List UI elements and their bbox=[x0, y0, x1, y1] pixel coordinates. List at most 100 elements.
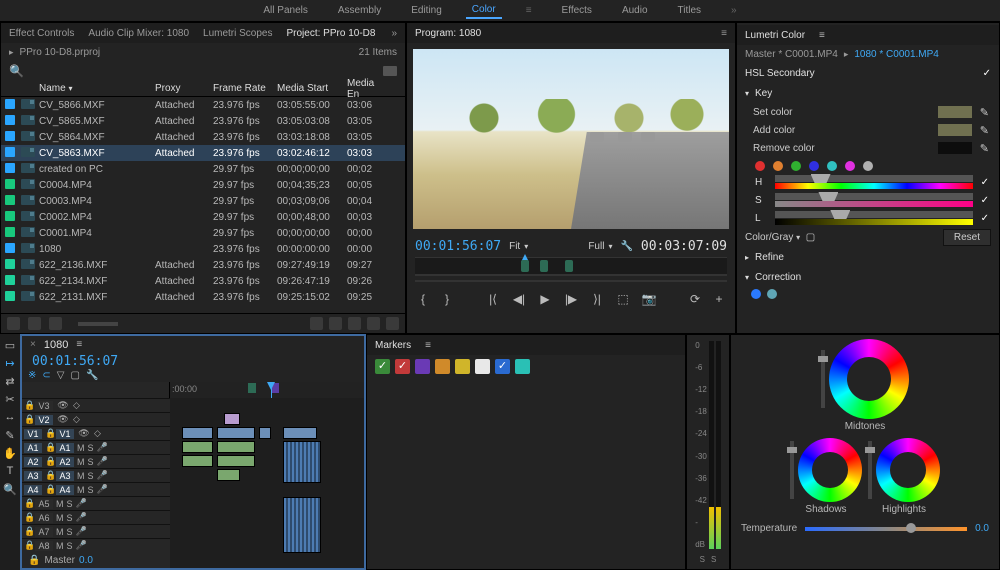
marker-filter-blue[interactable] bbox=[495, 359, 510, 374]
markers-panel-menu-icon[interactable]: ≡ bbox=[425, 340, 431, 351]
preset-red[interactable] bbox=[755, 161, 765, 171]
marker-filter-red[interactable] bbox=[395, 359, 410, 374]
preset-blue[interactable] bbox=[809, 161, 819, 171]
sat-slider[interactable] bbox=[775, 193, 973, 207]
col-header-name[interactable]: Name bbox=[39, 83, 66, 94]
marker-on-ruler[interactable] bbox=[248, 383, 256, 393]
clip-audio-block-2[interactable] bbox=[283, 441, 322, 483]
clip-audio-block[interactable] bbox=[283, 497, 322, 553]
razor-tool-icon[interactable]: ✂ bbox=[3, 392, 17, 406]
icon-view-icon[interactable] bbox=[28, 317, 41, 330]
project-row[interactable]: 622_2136.MXF Attached 23.976 fps 09:27:4… bbox=[1, 257, 405, 273]
track-select-tool-icon[interactable]: ↦ bbox=[3, 356, 17, 370]
linked-selection-icon[interactable]: ⊂ bbox=[42, 370, 50, 381]
zoom-tool-icon[interactable]: 🔍 bbox=[3, 482, 17, 496]
workspace-titles[interactable]: Titles bbox=[672, 3, 708, 18]
step-back-icon[interactable]: ◀| bbox=[511, 291, 527, 307]
track-a6[interactable]: A6 bbox=[35, 513, 53, 523]
program-viewport[interactable] bbox=[413, 49, 729, 229]
project-row[interactable]: CV_5864.MXF Attached 23.976 fps 03:03:18… bbox=[1, 129, 405, 145]
tab-lumetri-color[interactable]: Lumetri Color bbox=[745, 30, 805, 41]
reset-button[interactable]: Reset bbox=[943, 229, 991, 246]
correction-twirl-icon[interactable]: ▾ bbox=[745, 273, 749, 282]
lig-slider[interactable] bbox=[775, 211, 973, 225]
midtones-wheel[interactable]: + bbox=[829, 339, 909, 419]
master-level-value[interactable]: 0.0 bbox=[79, 555, 93, 566]
freeform-view-icon[interactable] bbox=[49, 317, 62, 330]
new-folder-icon[interactable] bbox=[367, 317, 380, 330]
temperature-value[interactable]: 0.0 bbox=[975, 523, 989, 534]
timeline-timecode[interactable]: 00:01:56:07 bbox=[28, 354, 122, 369]
set-color-swatch[interactable] bbox=[938, 106, 972, 118]
sequence-tab[interactable]: 1080 bbox=[44, 339, 68, 351]
set-color-eyedropper-icon[interactable]: ✎ bbox=[980, 106, 989, 119]
project-row[interactable]: 1080 23.976 fps 00:00:00:00 00:00 bbox=[1, 241, 405, 257]
program-timecode-in[interactable]: 00:01:56:07 bbox=[415, 239, 501, 254]
preset-orange[interactable] bbox=[773, 161, 783, 171]
tab-project[interactable]: Project: PPro 10-D8 bbox=[287, 28, 376, 39]
hue-slider[interactable] bbox=[775, 175, 973, 189]
add-color-swatch[interactable] bbox=[938, 124, 972, 136]
workspace-overflow-icon[interactable]: » bbox=[725, 3, 743, 18]
step-forward-icon[interactable]: |▶ bbox=[563, 291, 579, 307]
program-scrubber[interactable] bbox=[415, 257, 727, 275]
clip[interactable] bbox=[182, 427, 213, 439]
sequence-close-icon[interactable]: × bbox=[30, 339, 36, 350]
project-row[interactable]: C0004.MP4 29.97 fps 00;04;35;23 00;05 bbox=[1, 177, 405, 193]
preset-cyan[interactable] bbox=[827, 161, 837, 171]
remove-color-eyedropper-icon[interactable]: ✎ bbox=[980, 142, 989, 155]
snap-icon[interactable]: ※ bbox=[28, 370, 36, 381]
track-v2[interactable]: V2 bbox=[35, 415, 53, 425]
timeline-panel-menu-icon[interactable]: ≡ bbox=[76, 339, 82, 350]
project-row[interactable]: C0001.MP4 29.97 fps 00;00;00;00 00;00 bbox=[1, 225, 405, 241]
clip[interactable] bbox=[217, 455, 256, 467]
button-editor-icon[interactable]: + bbox=[711, 291, 727, 307]
mark-out-icon[interactable]: } bbox=[439, 291, 455, 307]
hsl-secondary-header[interactable]: HSL Secondary bbox=[745, 68, 815, 79]
project-row[interactable]: CV_5866.MXF Attached 23.976 fps 03:05:55… bbox=[1, 97, 405, 113]
solo-r[interactable]: S bbox=[711, 555, 716, 569]
shadows-wheel[interactable] bbox=[798, 438, 862, 502]
new-item-icon[interactable] bbox=[329, 317, 342, 330]
clip[interactable] bbox=[259, 427, 271, 439]
tab-program[interactable]: Program: 1080 bbox=[415, 28, 481, 39]
track-a1-source[interactable]: A1 bbox=[24, 443, 42, 453]
marker-filter-orange[interactable] bbox=[435, 359, 450, 374]
delete-icon[interactable] bbox=[386, 317, 399, 330]
export-frame-icon[interactable]: 📷 bbox=[641, 291, 657, 307]
project-row[interactable]: C0002.MP4 29.97 fps 00;00;48;00 00;03 bbox=[1, 209, 405, 225]
clip[interactable] bbox=[283, 427, 318, 439]
marker-add-icon[interactable]: ▽ bbox=[57, 370, 65, 381]
insert-overwrite-icon[interactable]: ▢ bbox=[70, 370, 79, 381]
key-twirl-icon[interactable]: ▾ bbox=[745, 89, 749, 98]
refine-twirl-icon[interactable]: ▸ bbox=[745, 253, 749, 262]
track-a7[interactable]: A7 bbox=[35, 527, 53, 537]
pen-tool-icon[interactable]: ✎ bbox=[3, 428, 17, 442]
track-a3-source[interactable]: A3 bbox=[24, 471, 42, 481]
track-a8[interactable]: A8 bbox=[35, 541, 53, 551]
track-v1[interactable]: V1 bbox=[56, 429, 74, 439]
new-bin-icon[interactable] bbox=[310, 317, 323, 330]
preset-magenta[interactable] bbox=[845, 161, 855, 171]
s-enable-check[interactable]: ✓ bbox=[981, 195, 989, 206]
remove-color-swatch[interactable] bbox=[938, 142, 972, 154]
zoom-fit-dropdown[interactable]: Fit ▾ bbox=[509, 241, 528, 252]
project-row[interactable]: CV_5863.MXF Attached 23.976 fps 03:02:46… bbox=[1, 145, 405, 161]
col-header-proxy[interactable]: Proxy bbox=[155, 83, 213, 94]
track-a1[interactable]: A1 bbox=[56, 443, 74, 453]
hand-tool-icon[interactable]: ✋ bbox=[3, 446, 17, 460]
correction-mode-b[interactable] bbox=[767, 289, 777, 299]
list-view-icon[interactable] bbox=[7, 317, 20, 330]
marker-filter-white[interactable] bbox=[475, 359, 490, 374]
workspace-assembly[interactable]: Assembly bbox=[332, 3, 387, 18]
tab-markers[interactable]: Markers bbox=[375, 340, 411, 351]
selection-tool-icon[interactable]: ▭ bbox=[3, 338, 17, 352]
track-a4[interactable]: A4 bbox=[56, 485, 74, 495]
workspace-effects[interactable]: Effects bbox=[556, 3, 598, 18]
bin-filter-icon[interactable] bbox=[383, 66, 397, 76]
track-a3[interactable]: A3 bbox=[56, 471, 74, 481]
comparison-icon[interactable]: ⟳ bbox=[687, 291, 703, 307]
mark-in-icon[interactable]: { bbox=[415, 291, 431, 307]
play-icon[interactable]: ▶ bbox=[537, 291, 553, 307]
col-header-mediastart[interactable]: Media Start bbox=[277, 83, 347, 94]
